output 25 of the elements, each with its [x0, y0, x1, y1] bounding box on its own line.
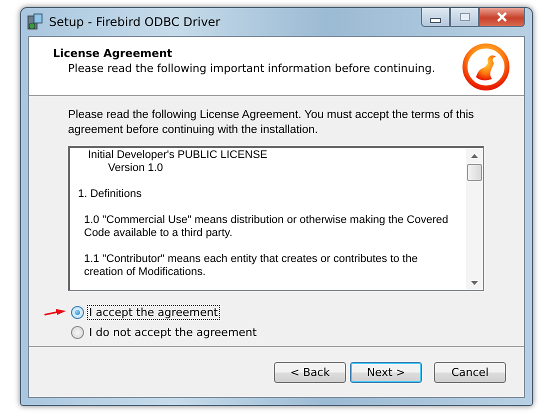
license-text-box[interactable]: [68, 146, 484, 291]
section-heading: 1. Definitions: [78, 188, 143, 201]
scroll-bar[interactable]: [466, 148, 483, 290]
flame-logo: [462, 43, 510, 91]
minimize-button[interactable]: [421, 8, 450, 27]
instructions-text: Please read the following License Agreement. You must accept the terms of this agreement before continuing with the installation.: [68, 108, 475, 138]
pointer-arrow: [44, 308, 66, 316]
page-title: License Agreement: [53, 47, 174, 60]
window-title: Setup - Firebird ODBC Driver: [49, 15, 220, 29]
license-paragraph: 1.0 "Commercial Use" means distribution or otherwise making the Covered Code available to a third party.: [83, 214, 450, 240]
next-button[interactable]: Next >: [350, 362, 422, 382]
maximize-button[interactable]: [450, 8, 479, 27]
close-icon: [496, 12, 508, 22]
license-paragraph: 1.1 "Contributor" means each entity that creates or contributes to the creation of Modifications.: [83, 253, 419, 279]
page-subtitle: Please read the following important information before continuing.: [68, 62, 436, 75]
radio-button[interactable]: [71, 326, 84, 338]
option-label[interactable]: I do not accept the agreement: [87, 324, 259, 340]
back-button[interactable]: < Back: [274, 362, 346, 382]
radio-button[interactable]: [71, 306, 84, 318]
option-label[interactable]: I accept the agreement: [87, 304, 220, 320]
license-version: Version 1.0: [107, 162, 164, 175]
setup-icon: [26, 13, 44, 31]
close-button[interactable]: [479, 8, 525, 27]
license-title: Initial Developer's PUBLIC LICENSE: [87, 149, 268, 162]
cancel-button[interactable]: Cancel: [434, 362, 506, 382]
